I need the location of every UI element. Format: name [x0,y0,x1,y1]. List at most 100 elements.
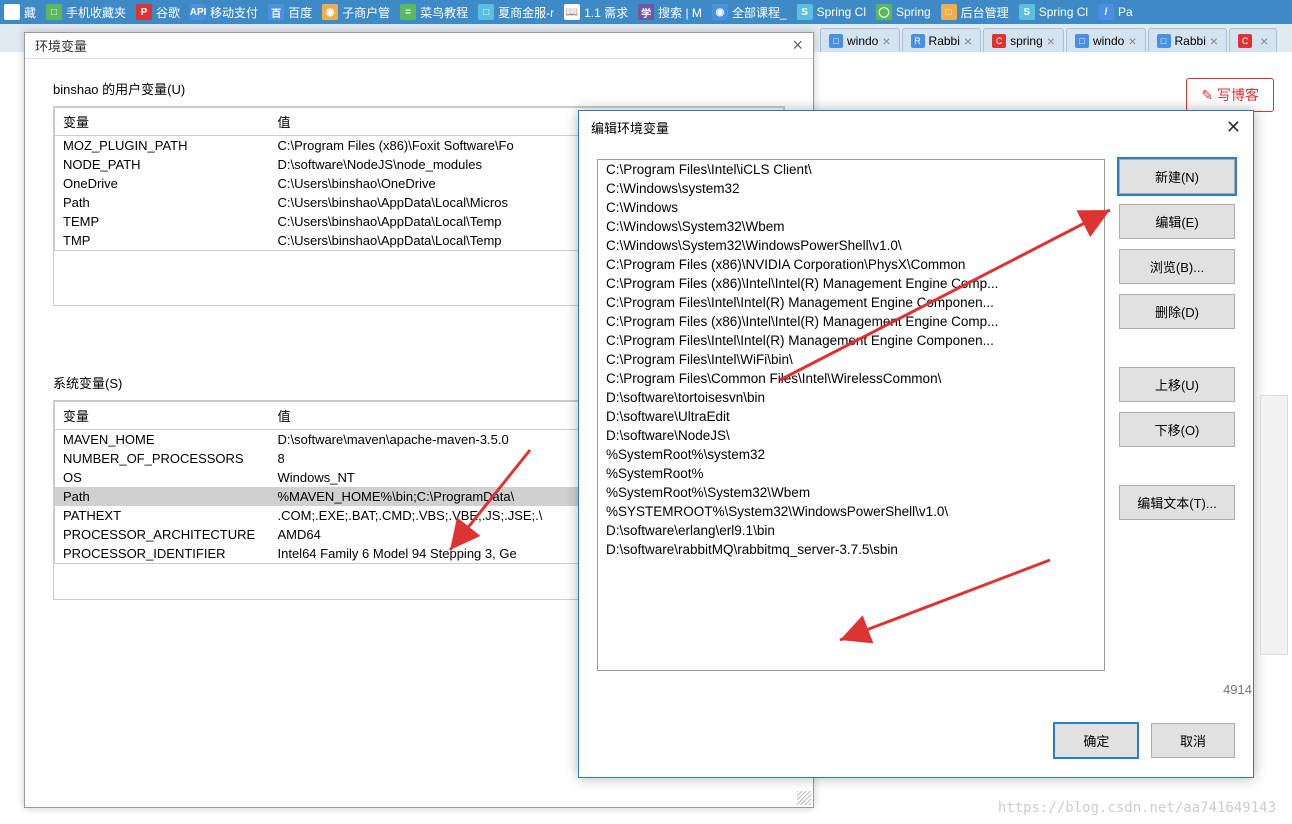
bookmark-icon: 学 [638,4,654,20]
list-item[interactable]: D:\software\rabbitMQ\rabbitmq_server-3.7… [598,540,1104,559]
tab-close-icon[interactable]: × [882,33,890,49]
browser-tab[interactable]: □ windo × [820,28,900,52]
var-name: MAVEN_HOME [55,430,270,450]
user-vars-title: binshao 的用户变量(U) [53,79,785,98]
list-item[interactable]: C:\Program Files\Intel\WiFi\bin\ [598,350,1104,369]
path-list[interactable]: C:\Program Files\Intel\iCLS Client\C:\Wi… [597,159,1105,671]
bookmark-icon: P [136,4,152,20]
bookmark-label: 谷歌 [156,4,180,21]
list-item[interactable]: C:\Windows\System32\WindowsPowerShell\v1… [598,236,1104,255]
bookmark-icon: 百 [268,4,284,20]
tab-favicon-icon: □ [829,34,843,48]
browser-tab[interactable]: □windo× [1066,28,1146,52]
col-var: 变量 [55,402,270,430]
bookmark-item[interactable]: □夏商金服-r [478,4,554,21]
list-item[interactable]: C:\Windows\system32 [598,179,1104,198]
list-item[interactable]: D:\software\erlang\erl9.1\bin [598,521,1104,540]
new-button[interactable]: 新建(N) [1119,159,1235,194]
bg-number: 4914 [1223,682,1252,697]
watermark: https://blog.csdn.net/aa741649143 [998,800,1276,816]
tab-label: spring [1010,34,1043,48]
tab-close-icon[interactable]: × [964,33,972,49]
bookmark-label: 子商户管 [342,4,390,21]
bookmark-label: 移动支付 [210,4,258,21]
list-item[interactable]: C:\Windows\System32\Wbem [598,217,1104,236]
list-item[interactable]: D:\software\UltraEdit [598,407,1104,426]
list-item[interactable]: C:\Program Files\Common Files\Intel\Wire… [598,369,1104,388]
bookmark-item[interactable]: □后台管理 [941,4,1009,21]
bookmark-label: Pa [1118,5,1133,19]
bookmark-icon: ◉ [712,4,728,20]
bookmark-icon [4,4,20,20]
browser-tab[interactable]: □Rabbi× [1148,28,1228,52]
bookmark-icon: = [400,4,416,20]
list-item[interactable]: C:\Program Files (x86)\Intel\Intel(R) Ma… [598,312,1104,331]
edit-text-button[interactable]: 编辑文本(T)... [1119,485,1235,520]
var-name: OneDrive [55,174,270,193]
list-item[interactable]: C:\Windows [598,198,1104,217]
list-item[interactable]: C:\Program Files (x86)\Intel\Intel(R) Ma… [598,274,1104,293]
bookmark-icon: API [190,4,206,20]
tab-close-icon[interactable]: × [1128,33,1136,49]
bookmark-item[interactable]: P谷歌 [136,4,180,21]
bookmark-label: 后台管理 [961,4,1009,21]
browser-tab[interactable]: Cspring× [983,28,1064,52]
list-item[interactable]: C:\Program Files (x86)\NVIDIA Corporatio… [598,255,1104,274]
browser-tab[interactable]: C× [1229,28,1277,52]
list-item[interactable]: %SystemRoot%\System32\Wbem [598,483,1104,502]
tab-close-icon[interactable]: × [1210,33,1218,49]
bookmark-item[interactable]: SSpring Cl [797,4,866,20]
bookmark-item[interactable]: ◉全部课程_ [712,4,787,21]
list-item[interactable]: %SystemRoot% [598,464,1104,483]
resize-grip-icon[interactable] [797,791,811,805]
bookmark-icon: □ [478,4,494,20]
close-icon[interactable]: × [792,35,803,56]
browser-tab[interactable]: RRabbi× [902,28,982,52]
bookmark-item[interactable]: ◉子商户管 [322,4,390,21]
tab-label: windo [847,34,878,48]
bookmark-item[interactable]: =菜鸟教程 [400,4,468,21]
list-item[interactable]: C:\Program Files\Intel\Intel(R) Manageme… [598,293,1104,312]
ok-button[interactable]: 确定 [1053,722,1139,759]
bookmark-icon: ◉ [322,4,338,20]
list-item[interactable]: %SYSTEMROOT%\System32\WindowsPowerShell\… [598,502,1104,521]
bookmark-icon: □ [46,4,62,20]
tab-favicon-icon: R [911,34,925,48]
bookmark-item[interactable]: 学搜索 | M [638,4,702,21]
list-item[interactable]: D:\software\tortoisesvn\bin [598,388,1104,407]
bookmark-item[interactable]: □手机收藏夹 [46,4,126,21]
var-name: TMP [55,231,270,251]
close-icon[interactable]: ✕ [1226,117,1241,138]
bookmark-item[interactable]: 📖1.1 需求 [564,4,628,21]
bookmark-label: 夏商金服-r [498,4,554,21]
write-blog-button[interactable]: ✎ 写博客 [1186,78,1274,112]
bookmark-item[interactable]: API移动支付 [190,4,258,21]
tab-label: windo [1093,34,1124,48]
list-item[interactable]: %SystemRoot%\system32 [598,445,1104,464]
var-name: NUMBER_OF_PROCESSORS [55,449,270,468]
list-item[interactable]: C:\Program Files\Intel\iCLS Client\ [598,160,1104,179]
edit-button[interactable]: 编辑(E) [1119,204,1235,239]
tab-close-icon[interactable]: × [1260,33,1268,49]
bookmark-item[interactable]: 百百度 [268,4,312,21]
bookmark-icon: S [1019,4,1035,20]
bookmark-label: Spring Cl [1039,5,1088,19]
bookmark-item[interactable]: S Spring Cl [1019,4,1088,20]
dialog-title: 环境变量 [35,36,87,55]
move-up-button[interactable]: 上移(U) [1119,367,1235,402]
tab-favicon-icon: □ [1157,34,1171,48]
bookmark-label: 手机收藏夹 [66,4,126,21]
list-item[interactable]: D:\software\NodeJS\ [598,426,1104,445]
delete-button[interactable]: 删除(D) [1119,294,1235,329]
scrollbar[interactable] [1260,395,1288,655]
bookmark-item[interactable]: 藏 [4,4,36,21]
bookmark-bar: 藏□手机收藏夹P谷歌API移动支付百百度◉子商户管=菜鸟教程□夏商金服-r📖1.… [0,0,1292,24]
browse-button[interactable]: 浏览(B)... [1119,249,1235,284]
bookmark-item[interactable]: ◯Spring [876,4,931,20]
move-down-button[interactable]: 下移(O) [1119,412,1235,447]
tab-close-icon[interactable]: × [1047,33,1055,49]
cancel-button[interactable]: 取消 [1151,723,1235,758]
list-item[interactable]: C:\Program Files\Intel\Intel(R) Manageme… [598,331,1104,350]
bookmark-item[interactable]: /Pa [1098,4,1133,20]
bookmark-label: 搜索 | M [658,4,702,21]
